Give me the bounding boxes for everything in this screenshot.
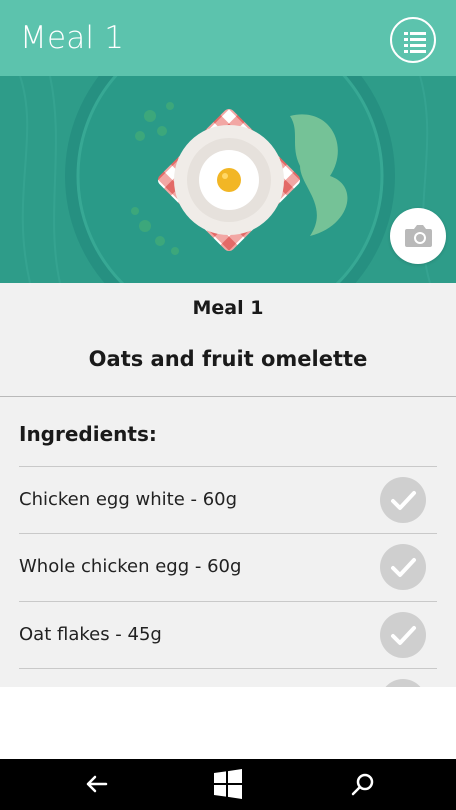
- ingredient-name: Chicken egg white - 60g: [19, 489, 238, 510]
- plate-illustration: [0, 76, 456, 283]
- search-icon: [351, 773, 374, 796]
- ingredient-row: Oat flakes - 45g: [19, 601, 437, 668]
- ingredient-name: Whole chicken egg - 60g: [19, 556, 242, 577]
- meal-name: Oats and fruit omelette: [88, 347, 368, 371]
- ingredient-check-button[interactable]: [380, 612, 426, 658]
- page-title: Meal 1: [20, 20, 125, 56]
- back-arrow-icon: [86, 775, 108, 793]
- meal-hero-image: [0, 76, 456, 283]
- ingredient-row: Chicken egg white - 60g: [19, 466, 437, 533]
- meal-label: Meal 1: [192, 297, 264, 319]
- home-button[interactable]: [198, 759, 258, 810]
- checkmark-icon: [391, 626, 416, 645]
- list-menu-button[interactable]: [390, 17, 436, 63]
- ingredient-check-button[interactable]: [380, 477, 426, 523]
- system-nav-bar: [0, 759, 456, 810]
- list-icon: [404, 32, 426, 53]
- ingredients-heading: Ingredients:: [19, 422, 157, 446]
- empty-area: [0, 687, 456, 759]
- ingredient-check-button[interactable]: [380, 679, 426, 687]
- meal-header: Meal 1 Oats and fruit omelette: [0, 283, 456, 397]
- ingredient-row: Whole chicken egg - 60g: [19, 533, 437, 600]
- search-button[interactable]: [332, 759, 392, 810]
- ingredient-name: Oat flakes - 45g: [19, 624, 162, 645]
- title-bar: Meal 1: [0, 0, 456, 76]
- back-button[interactable]: [66, 759, 126, 810]
- checkmark-icon: [391, 491, 416, 510]
- ingredients-list: Ingredients: Chicken egg white - 60g Who…: [0, 397, 456, 687]
- checkmark-icon: [391, 558, 416, 577]
- windows-icon: [214, 769, 242, 799]
- camera-icon: [405, 225, 432, 247]
- ingredient-check-button[interactable]: [380, 544, 426, 590]
- camera-button[interactable]: [390, 208, 446, 264]
- ingredient-row-partial: [19, 668, 437, 687]
